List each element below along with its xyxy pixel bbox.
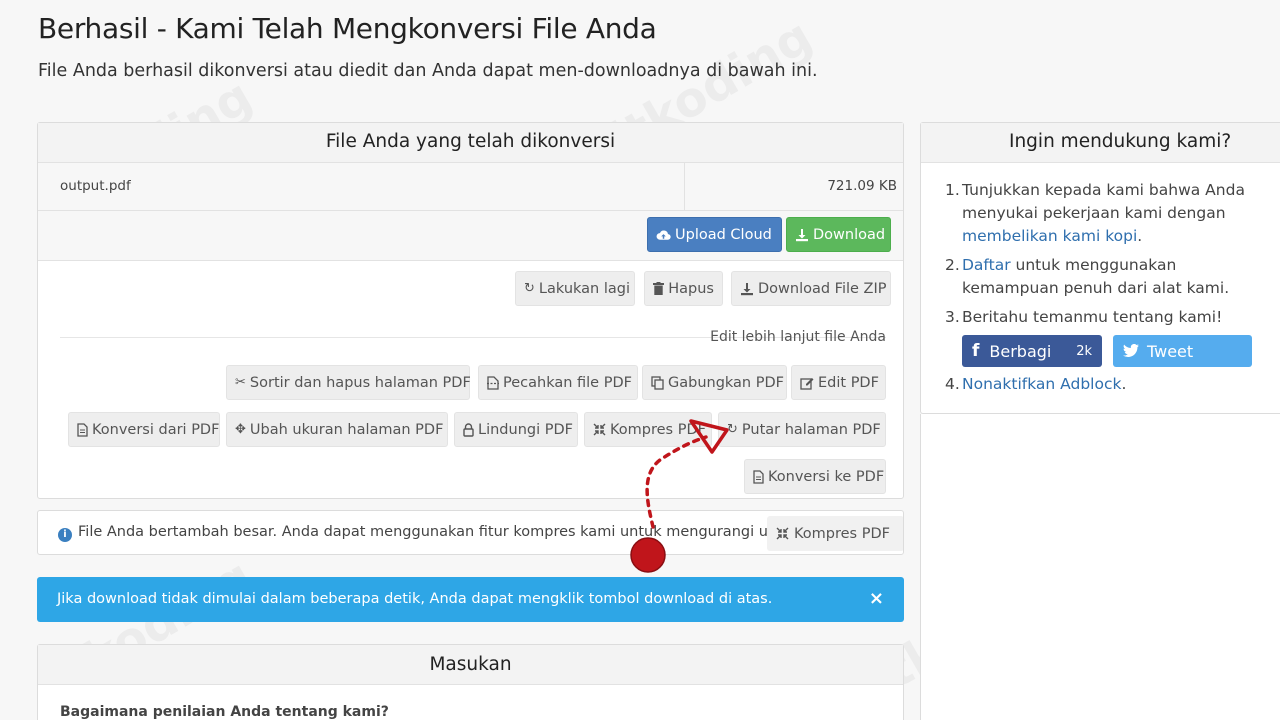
redo-button[interactable]: ↻ Lakukan lagi: [515, 271, 635, 306]
download-button[interactable]: Download: [786, 217, 891, 252]
download-zip-label: Download File ZIP: [758, 280, 887, 297]
register-link[interactable]: Daftar: [962, 256, 1011, 274]
converted-files-panel: File Anda yang telah dikonversi output.p…: [37, 122, 904, 499]
facebook-share-label: Berbagi: [989, 341, 1052, 361]
resize-pages-button[interactable]: ✥ Ubah ukuran halaman PDF: [226, 412, 448, 447]
sidebar-column: [920, 414, 1280, 720]
convert-to-pdf-button[interactable]: Konversi ke PDF: [744, 459, 886, 494]
size-info-box: i File Anda bertambah besar. Anda dapat m…: [37, 510, 904, 555]
lock-icon: [463, 422, 474, 437]
delete-button[interactable]: Hapus: [644, 271, 723, 306]
facebook-share-button[interactable]: f Berbagi 2k: [962, 335, 1102, 367]
delete-label: Hapus: [668, 280, 714, 297]
convert-to-pdf-label: Konversi ke PDF: [768, 468, 885, 485]
page-subtitle: File Anda berhasil dikonversi atau diedi…: [38, 61, 818, 81]
merge-pdf-label: Gabungkan PDF: [668, 374, 784, 391]
file-size: 721.09 KB: [827, 178, 897, 194]
page-title: Berhasil - Kami Telah Mengkonversi File …: [38, 12, 657, 45]
list-item: 4. Nonaktifkan Adblock.: [945, 375, 1127, 393]
split-file-icon: [487, 375, 499, 390]
split-pdf-button[interactable]: Pecahkan file PDF: [478, 365, 638, 400]
edit-icon: [800, 376, 814, 390]
rotate-pages-label: Putar halaman PDF: [741, 421, 881, 438]
sort-delete-pages-button[interactable]: ✂ Sortir dan hapus halaman PDF: [226, 365, 471, 400]
rotate-pages-button[interactable]: ↻ Putar halaman PDF: [718, 412, 886, 447]
download-icon: [795, 228, 809, 242]
support-item-text: Beritahu temanmu tentang kami!: [962, 308, 1223, 326]
split-pdf-label: Pecahkan file PDF: [503, 374, 632, 391]
compress-pdf-label: Kompres PDF: [610, 421, 706, 438]
protect-pdf-label: Lindungi PDF: [478, 421, 573, 438]
tweet-label: Tweet: [1147, 341, 1194, 361]
tweet-button[interactable]: Tweet: [1113, 335, 1252, 367]
support-list: 1. Tunjukkan kepada kami bahwa Anda meny…: [945, 179, 1265, 402]
support-item-text: Tunjukkan kepada kami bahwa Anda menyuka…: [962, 181, 1245, 222]
feedback-heading: Masukan: [38, 645, 903, 685]
compress-pdf-button[interactable]: Kompres PDF: [584, 412, 712, 447]
file-name[interactable]: output.pdf: [38, 163, 685, 210]
download-alert: Jika download tidak dimulai dalam bebera…: [37, 577, 904, 622]
alert-text: Jika download tidak dimulai dalam bebera…: [57, 591, 773, 607]
redo-label: Lakukan lagi: [538, 280, 630, 297]
support-heading: Ingin mendukung kami?: [921, 123, 1280, 163]
download-icon: [740, 282, 754, 296]
merge-pdf-button[interactable]: Gabungkan PDF: [642, 365, 787, 400]
buy-coffee-link[interactable]: membelikan kami kopi: [962, 227, 1137, 245]
protect-pdf-button[interactable]: Lindungi PDF: [454, 412, 578, 447]
download-label: Download: [813, 226, 886, 243]
feedback-panel: Masukan Bagaimana penilaian Anda tentang…: [37, 644, 904, 720]
edit-pdf-button[interactable]: Edit PDF: [791, 365, 886, 400]
info-compress-label: Kompres PDF: [794, 525, 890, 542]
trash-icon: [653, 282, 665, 295]
twitter-icon: [1123, 340, 1139, 363]
list-item: 1. Tunjukkan kepada kami bahwa Anda meny…: [945, 181, 1245, 245]
list-item: 3. Beritahu temanmu tentang kami!: [945, 308, 1223, 326]
social-share-row: f Berbagi 2k Tweet: [962, 335, 1265, 367]
converted-files-heading: File Anda yang telah dikonversi: [38, 123, 903, 163]
facebook-icon: f: [972, 340, 980, 361]
rotate-icon: ↻: [727, 422, 738, 437]
info-compress-button[interactable]: Kompres PDF: [767, 516, 903, 551]
disable-adblock-link[interactable]: Nonaktifkan Adblock: [962, 375, 1121, 393]
download-zip-button[interactable]: Download File ZIP: [731, 271, 891, 306]
resize-pages-label: Ubah ukuran halaman PDF: [249, 421, 444, 438]
compress-icon: [775, 527, 790, 540]
support-panel: Ingin mendukung kami? 1. Tunjukkan kepad…: [920, 122, 1280, 414]
compress-icon: [593, 423, 606, 436]
copy-icon: [651, 375, 664, 390]
download-actions: Upload Cloud Download: [38, 211, 903, 261]
convert-from-pdf-button[interactable]: Konversi dari PDF: [68, 412, 220, 447]
edit-more-label: Edit lebih lanjut file Anda: [710, 329, 886, 345]
cloud-upload-icon: [656, 228, 671, 242]
file-icon: [77, 422, 88, 437]
convert-from-pdf-label: Konversi dari PDF: [92, 421, 220, 438]
arrows-icon: ✥: [235, 422, 246, 437]
feedback-question: Bagaimana penilaian Anda tentang kami?: [60, 704, 389, 720]
size-info-text: File Anda bertambah besar. Anda dapat me…: [78, 524, 810, 540]
facebook-share-count: 2k: [1076, 343, 1092, 359]
edit-pdf-label: Edit PDF: [818, 374, 879, 391]
upload-cloud-label: Upload Cloud: [675, 226, 772, 243]
info-icon: i: [58, 527, 72, 542]
list-item: 2. Daftar untuk menggunakan kemampuan pe…: [945, 256, 1230, 297]
sort-delete-pages-label: Sortir dan hapus halaman PDF: [249, 374, 471, 391]
redo-icon: ↻: [524, 281, 535, 296]
file-row: output.pdf 721.09 KB: [38, 163, 903, 211]
scissors-icon: ✂: [235, 375, 246, 390]
close-icon[interactable]: ×: [869, 588, 884, 609]
file-icon: [753, 469, 764, 484]
upload-cloud-button[interactable]: Upload Cloud: [647, 217, 782, 252]
